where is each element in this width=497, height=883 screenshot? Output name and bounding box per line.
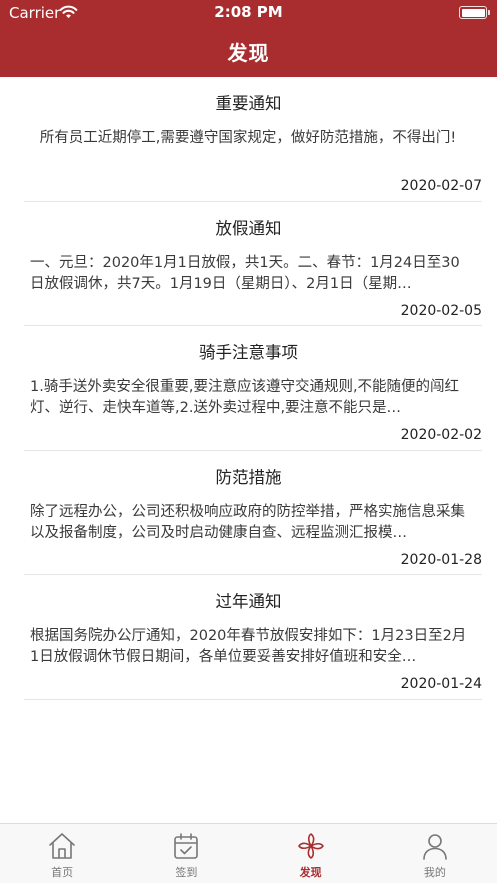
tab-home-label: 首页 xyxy=(51,866,74,879)
notice-item[interactable]: 骑手注意事项 1.骑手送外卖安全很重要,要注意应该遵守交通规则,不能随便的闯红灯… xyxy=(24,326,482,451)
notice-date: 2020-02-02 xyxy=(400,427,482,443)
notice-date: 2020-02-05 xyxy=(400,302,482,319)
notice-title: 过年通知 xyxy=(215,592,282,611)
tab-bar: 首页 签到 发现 我的 xyxy=(0,823,497,883)
tab-mine-label: 我的 xyxy=(423,866,446,879)
status-bar: Carrier 2:08 PM xyxy=(0,0,497,26)
pinwheel-icon xyxy=(297,833,324,859)
user-icon xyxy=(423,834,447,860)
notice-list: 重要通知 所有员工近期停工,需要遵守国家规定，做好防范措施，不得出门! 2020… xyxy=(0,77,497,700)
notice-body: 1.骑手送外卖安全很重要,要注意应该遵守交通规则,不能随便的闯红灯、逆行、走快车… xyxy=(30,379,460,416)
notice-date: 2020-01-24 xyxy=(400,676,482,692)
status-time: 2:08 PM xyxy=(214,3,283,21)
notice-body: 根据国务院办公厅通知，2020年春节放假安排如下：1月23日至2月1日放假调休节… xyxy=(30,628,467,665)
notice-title: 重要通知 xyxy=(215,94,282,113)
battery-icon xyxy=(459,6,490,19)
tab-checkin-label: 签到 xyxy=(175,866,198,879)
notice-title: 骑手注意事项 xyxy=(199,343,298,362)
notice-date: 2020-02-07 xyxy=(400,178,482,194)
notice-item[interactable]: 过年通知 根据国务院办公厅通知，2020年春节放假安排如下：1月23日至2月1日… xyxy=(24,575,482,700)
notice-body: 一、元旦：2020年1月1日放假，共1天。二、春节：1月24日至30日放假调休，… xyxy=(30,254,460,292)
tab-checkin[interactable]: 签到 xyxy=(124,824,248,883)
notice-body: 除了远程办公，公司还积极响应政府的防控举措，严格实施信息采集以及报备制度，公司及… xyxy=(30,503,465,541)
tab-mine[interactable]: 我的 xyxy=(373,824,497,883)
tab-discover[interactable]: 发现 xyxy=(249,824,373,883)
notice-title: 放假通知 xyxy=(215,218,282,238)
calendar-check-icon xyxy=(174,833,199,859)
notice-body: 所有员工近期停工,需要遵守国家规定，做好防范措施，不得出门! xyxy=(39,130,457,146)
tab-discover-label: 发现 xyxy=(299,866,322,879)
notice-item[interactable]: 防范措施 除了远程办公，公司还积极响应政府的防控举措，严格实施信息采集以及报备制… xyxy=(24,451,482,575)
notice-item[interactable]: 重要通知 所有员工近期停工,需要遵守国家规定，做好防范措施，不得出门! 2020… xyxy=(24,77,482,202)
notice-item[interactable]: 放假通知 一、元旦：2020年1月1日放假，共1天。二、春节：1月24日至30日… xyxy=(24,202,482,326)
home-icon xyxy=(49,833,75,859)
tab-home[interactable]: 首页 xyxy=(0,824,124,883)
notice-title: 防范措施 xyxy=(215,467,282,487)
header-bar: Carrier 2:08 PM 发现 xyxy=(0,0,497,77)
notice-date: 2020-01-28 xyxy=(400,551,482,568)
page-title: 发现 xyxy=(227,41,270,65)
